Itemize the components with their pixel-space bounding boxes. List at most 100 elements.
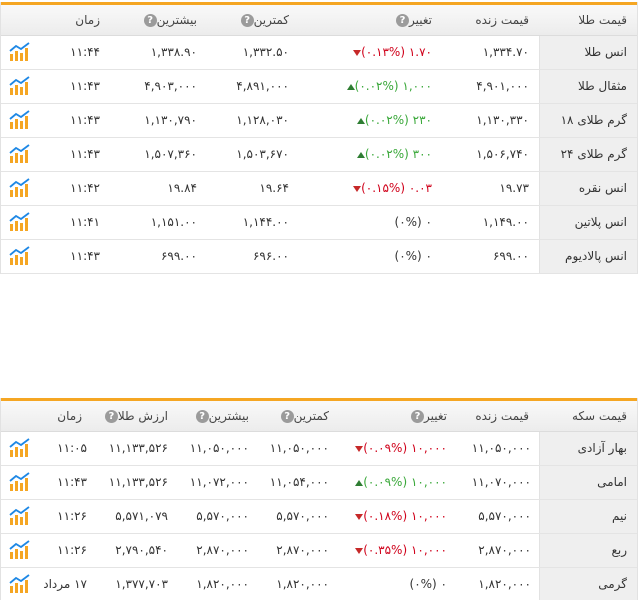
max-price: ۱,۵۰۷,۳۶۰ bbox=[144, 147, 197, 161]
time: ۱۱:۴۲ bbox=[70, 181, 100, 195]
live-price: ۶۹۹.۰۰ bbox=[492, 249, 529, 263]
info-icon[interactable]: ? bbox=[104, 410, 118, 423]
arrow-down-icon bbox=[353, 185, 362, 192]
min-price: ۴,۸۹۱,۰۰۰ bbox=[236, 79, 289, 93]
time: ۱۱:۲۶ bbox=[57, 509, 87, 523]
header-change-label: تغییر bbox=[424, 409, 447, 423]
gold-value: ۲,۷۹۰,۵۴۰ bbox=[115, 543, 168, 557]
info-icon[interactable]: ? bbox=[195, 410, 209, 423]
chart-icon[interactable] bbox=[9, 574, 31, 594]
arrow-down-icon bbox=[355, 513, 364, 520]
change-value: ۰ (۰%) bbox=[394, 249, 433, 263]
max-price: ۶۹۹.۰۰ bbox=[160, 249, 197, 263]
min-price: ۱۹.۶۴ bbox=[259, 181, 289, 195]
info-icon[interactable]: ? bbox=[240, 14, 254, 27]
coin-name: گرمی bbox=[539, 568, 637, 600]
max-price: ۱,۱۳۰,۷۹۰ bbox=[144, 113, 197, 127]
gold-rows: انس طلا ۱,۳۳۴.۷۰ ۱.۷۰ (۰.۱۳%) ۱,۳۳۲.۵۰ ۱,۳۳۸… bbox=[1, 36, 637, 274]
max-price: ۱,۱۵۱.۰۰ bbox=[150, 215, 197, 229]
chart-icon[interactable] bbox=[9, 110, 31, 130]
live-price: ۱,۱۴۹.۰۰ bbox=[482, 215, 529, 229]
change-value: ۱۰,۰۰۰ (۰.۰۹%) bbox=[363, 441, 447, 455]
header-time: زمان bbox=[75, 13, 100, 27]
header-gold-value: ارزش طلا? bbox=[99, 401, 168, 432]
arrow-down-icon bbox=[353, 49, 362, 56]
table-row: مثقال طلا ۴,۹۰۱,۰۰۰ ۱,۰۰۰ (۰.۰۲%) ۴,۸۹۱,۰۰۰… bbox=[1, 70, 637, 104]
info-icon[interactable]: ? bbox=[143, 14, 157, 27]
live-price: ۲,۸۷۰,۰۰۰ bbox=[478, 543, 531, 557]
table-row: ربع ۲,۸۷۰,۰۰۰ ۱۰,۰۰۰ (۰.۳۵%) ۲,۸۷۰,۰۰۰ ۲,۸۷۰… bbox=[1, 534, 637, 568]
gold-value: ۱,۳۷۷,۷۰۳ bbox=[115, 577, 168, 591]
min-price: ۱,۱۲۸,۰۳۰ bbox=[236, 113, 289, 127]
change: ۱,۰۰۰ (۰.۰۲%) bbox=[344, 70, 432, 103]
header-max-label: بیشترین bbox=[208, 409, 249, 423]
live-price: ۵,۵۷۰,۰۰۰ bbox=[478, 509, 531, 523]
header-min: کمترین? bbox=[235, 5, 289, 36]
change: ۰ (۰%) bbox=[395, 240, 433, 273]
header-live-price: قیمت زنده bbox=[475, 13, 529, 27]
chart-icon[interactable] bbox=[9, 76, 31, 96]
live-price: ۱,۱۳۰,۳۳۰ bbox=[476, 113, 529, 127]
arrow-down-icon bbox=[355, 445, 364, 452]
change-value: ۰ (۰%) bbox=[409, 577, 448, 591]
table-row: بهار آزادی ۱۱,۰۵۰,۰۰۰ ۱۰,۰۰۰ (۰.۰۹%) ۱۱,۰۵۰… bbox=[1, 432, 637, 466]
max-price: ۱۱,۰۵۰,۰۰۰ bbox=[189, 441, 249, 455]
info-icon[interactable]: ? bbox=[411, 410, 424, 423]
time: ۱۱:۴۱ bbox=[70, 215, 100, 229]
header-coin-name: قیمت سکه bbox=[571, 409, 627, 423]
table-row: انس پلاتین ۱,۱۴۹.۰۰ ۰ (۰%) ۱,۱۴۴.۰۰ ۱,۱۵۱.۰۰… bbox=[1, 206, 637, 240]
chart-icon[interactable] bbox=[9, 178, 31, 198]
header-change: تغییر? bbox=[405, 401, 447, 432]
max-price: ۱۹.۸۴ bbox=[167, 181, 197, 195]
change: ۰.۰۳ (۰.۱۵%) bbox=[350, 172, 432, 205]
chart-icon[interactable] bbox=[9, 540, 31, 560]
header-min-label: کمترین bbox=[293, 409, 329, 423]
min-price: ۱۱,۰۵۴,۰۰۰ bbox=[269, 475, 329, 489]
max-price: ۱,۳۳۸.۹۰ bbox=[150, 45, 197, 59]
chart-icon[interactable] bbox=[9, 144, 31, 164]
chart-icon[interactable] bbox=[9, 438, 31, 458]
min-price: ۵,۵۷۰,۰۰۰ bbox=[276, 509, 329, 523]
header-min: کمترین? bbox=[275, 401, 329, 432]
gold-name: انس نقره bbox=[539, 172, 637, 205]
change: ۱.۷۰ (۰.۱۳%) bbox=[350, 36, 432, 69]
header-gold-name: قیمت طلا bbox=[578, 13, 627, 27]
arrow-up-icon bbox=[346, 83, 355, 90]
info-icon[interactable]: ? bbox=[396, 14, 409, 27]
gold-name: گرم طلای ۲۴ bbox=[539, 138, 637, 171]
min-price: ۱۱,۰۵۰,۰۰۰ bbox=[269, 441, 329, 455]
gold-value: ۵,۵۷۱,۰۷۹ bbox=[115, 509, 168, 523]
gold-value: ۱۱,۱۳۳,۵۲۶ bbox=[108, 475, 168, 489]
table-row: امامی ۱۱,۰۷۰,۰۰۰ ۱۰,۰۰۰ (۰.۰۹%) ۱۱,۰۵۴,۰۰۰ ۱… bbox=[1, 466, 637, 500]
max-price: ۱,۸۲۰,۰۰۰ bbox=[196, 577, 249, 591]
header-min-label: کمترین bbox=[253, 13, 289, 27]
chart-icon[interactable] bbox=[9, 42, 31, 62]
max-price: ۴,۹۰۳,۰۰۰ bbox=[144, 79, 197, 93]
header-gold-value-label: ارزش طلا bbox=[117, 409, 168, 423]
chart-icon[interactable] bbox=[9, 212, 31, 232]
change-value: ۳۰۰ (۰.۰۲%) bbox=[364, 147, 432, 161]
gold-name: انس پلاتین bbox=[539, 206, 637, 239]
chart-icon[interactable] bbox=[9, 506, 31, 526]
time: ۱۱:۴۳ bbox=[70, 113, 100, 127]
header-change: تغییر? bbox=[390, 5, 432, 36]
chart-icon[interactable] bbox=[9, 472, 31, 492]
header-time: زمان bbox=[57, 409, 82, 423]
header-max: بیشترین? bbox=[138, 5, 197, 36]
time: ۱۱:۴۴ bbox=[70, 45, 100, 59]
table-row: گرم طلای ۲۴ ۱,۵۰۶,۷۴۰ ۳۰۰ (۰.۰۲%) ۱,۵۰۳,۶۷۰… bbox=[1, 138, 637, 172]
table-row: نیم ۵,۵۷۰,۰۰۰ ۱۰,۰۰۰ (۰.۱۸%) ۵,۵۷۰,۰۰۰ ۵,۵۷۰… bbox=[1, 500, 637, 534]
header-change-label: تغییر bbox=[409, 13, 432, 27]
arrow-up-icon bbox=[355, 479, 364, 486]
min-price: ۱,۵۰۳,۶۷۰ bbox=[236, 147, 289, 161]
coin-name: نیم bbox=[539, 500, 637, 533]
live-price: ۴,۹۰۱,۰۰۰ bbox=[476, 79, 529, 93]
change-value: ۲۳۰ (۰.۰۲%) bbox=[364, 113, 432, 127]
change-value: ۱۰,۰۰۰ (۰.۳۵%) bbox=[363, 543, 447, 557]
coin-rows: بهار آزادی ۱۱,۰۵۰,۰۰۰ ۱۰,۰۰۰ (۰.۰۹%) ۱۱,۰۵۰… bbox=[1, 432, 637, 600]
info-icon[interactable]: ? bbox=[280, 410, 294, 423]
chart-icon[interactable] bbox=[9, 246, 31, 266]
min-price: ۱,۸۲۰,۰۰۰ bbox=[276, 577, 329, 591]
change-value: ۰ (۰%) bbox=[394, 215, 433, 229]
change-value: ۱,۰۰۰ (۰.۰۲%) bbox=[354, 79, 432, 93]
